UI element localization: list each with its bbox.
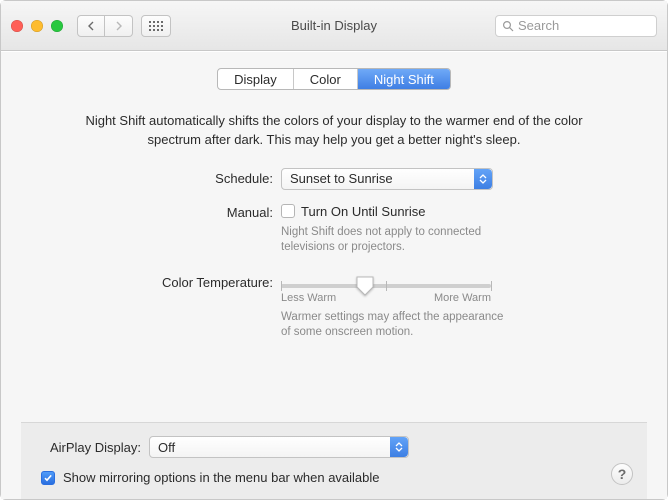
manual-checkbox[interactable] [281,204,295,218]
help-button[interactable]: ? [611,463,633,485]
manual-row: Manual: Turn On Until Sunrise Night Shif… [21,202,647,256]
manual-label: Manual: [21,202,281,220]
search-field[interactable] [495,15,657,37]
mirroring-row: Show mirroring options in the menu bar w… [41,470,627,485]
tab-bar: Display Color Night Shift [21,68,647,90]
slider-min-label: Less Warm [281,292,336,304]
color-temp-note: Warmer settings may affect the appearanc… [281,310,511,341]
back-button[interactable] [77,15,105,37]
content-panel: Display Color Night Shift Night Shift au… [1,51,667,499]
popup-arrows-icon [390,437,408,457]
schedule-row: Schedule: Sunset to Sunrise [21,168,647,190]
manual-checkbox-label: Turn On Until Sunrise [301,204,426,219]
chevron-right-icon [115,21,123,31]
mirroring-checkbox[interactable] [41,471,55,485]
show-all-button[interactable] [141,15,171,37]
settings-form: Schedule: Sunset to Sunrise Manual: [21,168,647,341]
slider-max-label: More Warm [434,292,491,304]
airplay-popup[interactable]: Off [149,436,409,458]
color-temp-row: Color Temperature: Less Warm [21,272,647,341]
manual-note: Night Shift does not apply to connected … [281,225,511,256]
window: Built-in Display Display Color Night Shi… [0,0,668,500]
forward-button[interactable] [105,15,133,37]
schedule-value: Sunset to Sunrise [290,171,393,186]
airplay-value: Off [158,440,175,455]
nav-buttons [77,15,171,37]
zoom-window-button[interactable] [51,20,63,32]
color-temp-label: Color Temperature: [21,272,281,290]
mirroring-checkbox-label: Show mirroring options in the menu bar w… [63,470,380,485]
window-controls [11,20,63,32]
grid-icon [149,21,163,31]
titlebar: Built-in Display [1,1,667,51]
tab-color[interactable]: Color [294,69,358,89]
slider-thumb[interactable] [356,276,374,296]
schedule-label: Schedule: [21,168,281,186]
search-icon [502,20,514,32]
airplay-label: AirPlay Display: [41,440,141,455]
color-temp-slider[interactable] [281,284,491,288]
chevron-left-icon [87,21,95,31]
popup-arrows-icon [474,169,492,189]
tab-night-shift[interactable]: Night Shift [358,69,450,89]
airplay-row: AirPlay Display: Off [41,436,627,458]
search-input[interactable] [518,18,650,33]
minimize-window-button[interactable] [31,20,43,32]
schedule-popup[interactable]: Sunset to Sunrise [281,168,493,190]
tab-display[interactable]: Display [218,69,294,89]
footer: AirPlay Display: Off Show mirroring opti… [21,422,647,499]
intro-text: Night Shift automatically shifts the col… [21,112,647,150]
close-window-button[interactable] [11,20,23,32]
